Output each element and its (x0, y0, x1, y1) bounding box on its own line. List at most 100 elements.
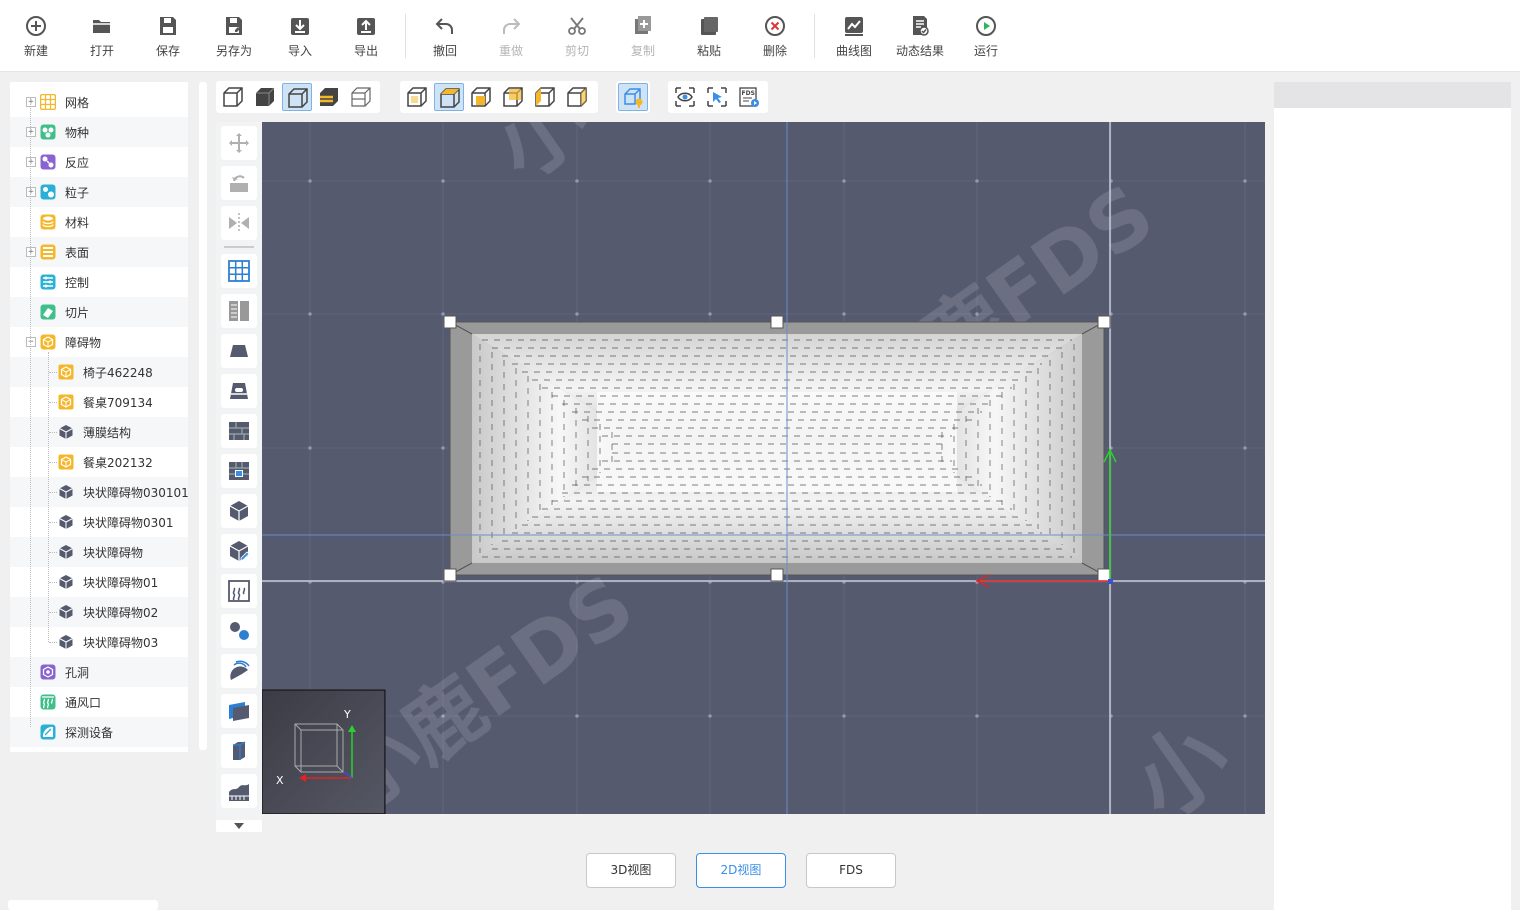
right-view-icon (567, 87, 587, 107)
delete-label: 删除 (762, 44, 787, 58)
tree-item[interactable]: 切片 (10, 297, 188, 327)
expand-toggle-icon[interactable]: + (26, 247, 36, 257)
terrain-tool-button[interactable] (221, 774, 257, 808)
hole-icon (40, 664, 56, 680)
tree-item-label: 块状障碍物030101 (83, 486, 189, 500)
view-2d-button[interactable]: 2D视图 (696, 853, 786, 888)
hole-slab-tool-button[interactable] (221, 374, 257, 408)
move-tool-button[interactable] (221, 126, 257, 160)
viewport-2d[interactable]: 小小鹿FDS 小鹿FDS 小 Y X (262, 122, 1265, 814)
tree-item[interactable]: + 粒子 (10, 177, 188, 207)
object-tool-column (216, 122, 262, 822)
tree-subitem[interactable]: 块状障碍物 (10, 537, 188, 567)
dynamic-result-button[interactable]: 动态结果 (890, 10, 950, 64)
paste-button[interactable]: 粘贴 (679, 10, 739, 64)
open-label: 打开 (89, 44, 114, 58)
mirror-tool-button[interactable] (221, 206, 257, 240)
cube-icon (229, 501, 249, 521)
tree-subitem[interactable]: 椅子462248 (10, 357, 188, 387)
tree-item[interactable]: 通风口 (10, 687, 188, 717)
iso-view-button[interactable] (402, 83, 432, 111)
tree-item[interactable]: − 障碍物 (10, 327, 188, 357)
tree-item[interactable]: 控制 (10, 267, 188, 297)
slab-tool-button[interactable] (221, 334, 257, 368)
fds-view-button[interactable]: FDS (806, 853, 896, 888)
copy-icon (635, 16, 651, 34)
transparent-view-button[interactable] (346, 83, 376, 111)
top-view-button[interactable] (434, 83, 464, 111)
left-view-button[interactable] (530, 83, 560, 111)
view-3d-button[interactable]: 3D视图 (586, 853, 676, 888)
fds-preview-button[interactable]: FDS (734, 83, 764, 111)
right-view-button[interactable] (562, 83, 592, 111)
tree-subitem[interactable]: 餐桌709134 (10, 387, 188, 417)
tree-subitem[interactable]: 薄膜结构 (10, 417, 188, 447)
particle-tool-button[interactable] (221, 614, 257, 648)
horizontal-scrollbar[interactable] (8, 900, 158, 910)
tree-connector (49, 492, 57, 493)
open-button[interactable]: 打开 (72, 10, 132, 64)
tree-item[interactable]: 探测设备 (10, 717, 188, 747)
back-view-button[interactable] (498, 83, 528, 111)
solid-view-button[interactable] (250, 83, 280, 111)
export-button[interactable]: 导出 (336, 10, 396, 64)
custom-block-tool-button[interactable] (221, 534, 257, 568)
tree-subitem[interactable]: 块状障碍物0301 (10, 507, 188, 537)
wall-tool-button[interactable] (221, 414, 257, 448)
lighting-button[interactable] (618, 83, 648, 111)
door-tool-button[interactable] (221, 694, 257, 728)
block-tool-button[interactable] (221, 494, 257, 528)
tree-subitem[interactable]: 块状障碍物01 (10, 567, 188, 597)
layered-view-button[interactable] (314, 83, 344, 111)
redo-button[interactable]: 重做 (481, 10, 541, 64)
tree-subitem[interactable]: 餐桌202132 (10, 447, 188, 477)
copy-button[interactable]: 复制 (613, 10, 673, 64)
expand-toggle-icon[interactable]: + (26, 187, 36, 197)
partition-tool-button[interactable] (221, 294, 257, 328)
toolbar-divider (814, 14, 815, 58)
outline-view-button[interactable] (282, 83, 312, 111)
export-label: 导出 (353, 44, 378, 58)
tree-item[interactable]: + 表面 (10, 237, 188, 267)
select-button[interactable] (702, 83, 732, 111)
tree-item[interactable]: + 网格 (10, 87, 188, 117)
rotate-icon (230, 175, 248, 192)
grid-icon (39, 93, 57, 111)
show-hide-button[interactable] (670, 83, 700, 111)
expand-toggle-icon[interactable]: + (26, 157, 36, 167)
paste-icon (701, 17, 718, 35)
expand-toggle-icon[interactable]: + (26, 97, 36, 107)
run-button[interactable]: 运行 (956, 10, 1016, 64)
furniture-icon (58, 454, 74, 470)
tree-subitem[interactable]: 块状障碍物02 (10, 597, 188, 627)
import-button[interactable]: 导入 (270, 10, 330, 64)
mesh-tool-button[interactable] (221, 254, 257, 288)
save-as-button[interactable]: 另存为 (204, 10, 264, 64)
collapse-toggle-icon[interactable]: − (26, 337, 36, 347)
tree-item[interactable]: 材料 (10, 207, 188, 237)
solid-cube-icon (256, 87, 275, 106)
wireframe-view-button[interactable] (218, 83, 248, 111)
undo-button[interactable]: 撤回 (415, 10, 475, 64)
vent-tool-button[interactable] (221, 574, 257, 608)
delete-button[interactable]: 删除 (745, 10, 805, 64)
save-button[interactable]: 保存 (138, 10, 198, 64)
column-tool-button[interactable] (221, 734, 257, 768)
rotate-tool-button[interactable] (221, 166, 257, 200)
tree-connector (49, 402, 57, 403)
tree-item[interactable]: 孔洞 (10, 657, 188, 687)
curve-chart-button[interactable]: 曲线图 (824, 10, 884, 64)
cut-button[interactable]: 剪切 (547, 10, 607, 64)
expand-toggle-icon[interactable]: + (26, 127, 36, 137)
sprinkler-tool-button[interactable] (221, 654, 257, 688)
front-view-button[interactable] (466, 83, 496, 111)
window-wall-tool-button[interactable] (221, 454, 257, 488)
tree-item[interactable]: + 反应 (10, 147, 188, 177)
tree-item[interactable]: + 物种 (10, 117, 188, 147)
scroll-down-button[interactable] (216, 820, 262, 832)
tree-subitem[interactable]: 块状障碍物030101 (10, 477, 189, 507)
tree-scrollbar[interactable] (199, 82, 207, 750)
tree-subitem[interactable]: 块状障碍物03 (10, 627, 188, 657)
tree-item-label: 块状障碍物 (83, 546, 144, 560)
new-button[interactable]: 新建 (6, 10, 66, 64)
